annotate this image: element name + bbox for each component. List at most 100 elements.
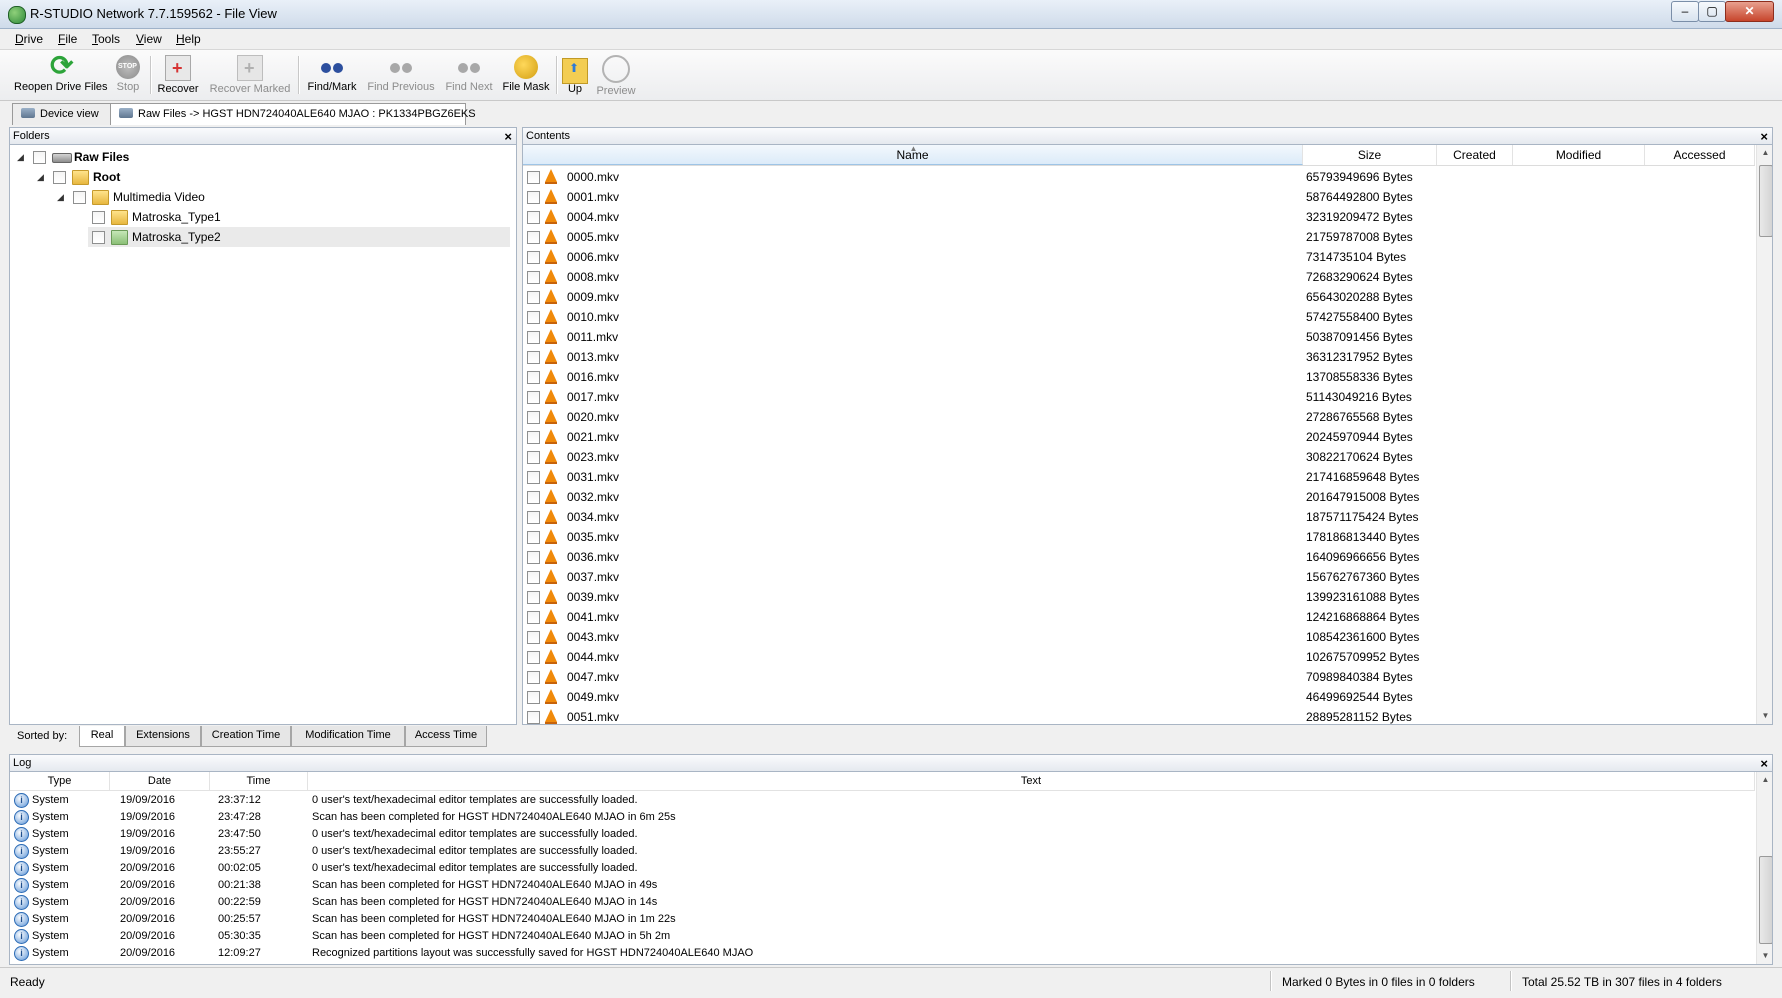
checkbox[interactable]	[527, 211, 540, 224]
table-row[interactable]: 0035.mkv 178186813440 Bytes	[523, 527, 1755, 547]
tab-file-view[interactable]: Raw Files -> HGST HDN724040ALE640 MJAO :…	[110, 103, 476, 125]
tree-item-multimedia-video[interactable]: ◢ Multimedia Video	[10, 187, 510, 207]
checkbox[interactable]	[53, 171, 66, 184]
log-row[interactable]: i System 20/09/2016 05:30:35 Scan has been c…	[10, 928, 1755, 945]
scroll-thumb[interactable]	[1759, 165, 1772, 237]
checkbox[interactable]	[527, 271, 540, 284]
checkbox[interactable]	[527, 251, 540, 264]
table-row[interactable]: 0043.mkv 108542361600 Bytes	[523, 627, 1755, 647]
table-row[interactable]: 0021.mkv 20245970944 Bytes	[523, 427, 1755, 447]
tab-device-view[interactable]: Device view	[12, 103, 120, 125]
log-column-date[interactable]: Date	[110, 772, 210, 790]
collapse-icon[interactable]: ◢	[57, 187, 67, 207]
tree-item-root[interactable]: ◢ Root	[10, 167, 510, 187]
table-row[interactable]: 0004.mkv 32319209472 Bytes	[523, 207, 1755, 227]
table-row[interactable]: 0031.mkv 217416859648 Bytes	[523, 467, 1755, 487]
table-row[interactable]: 0023.mkv 30822170624 Bytes	[523, 447, 1755, 467]
menu-file[interactable]: File	[58, 32, 77, 46]
sort-tab-access-time[interactable]: Access Time	[405, 726, 487, 747]
checkbox[interactable]	[527, 511, 540, 524]
scroll-up-icon[interactable]: ▲	[1757, 145, 1772, 161]
checkbox[interactable]	[527, 331, 540, 344]
sort-tab-real[interactable]: Real	[79, 726, 125, 747]
table-row[interactable]: 0041.mkv 124216868864 Bytes	[523, 607, 1755, 627]
table-row[interactable]: 0017.mkv 51143049216 Bytes	[523, 387, 1755, 407]
sort-tab-modification-time[interactable]: Modification Time	[291, 726, 405, 747]
log-row[interactable]: i System 20/09/2016 00:21:38 Scan has been c…	[10, 877, 1755, 894]
checkbox[interactable]	[527, 671, 540, 684]
table-row[interactable]: 0010.mkv 57427558400 Bytes	[523, 307, 1755, 327]
checkbox[interactable]	[527, 531, 540, 544]
sort-tab-extensions[interactable]: Extensions	[125, 726, 201, 747]
checkbox[interactable]	[33, 151, 46, 164]
log-column-time[interactable]: Time	[210, 772, 308, 790]
table-row[interactable]: 0032.mkv 201647915008 Bytes	[523, 487, 1755, 507]
table-row[interactable]: 0020.mkv 27286765568 Bytes	[523, 407, 1755, 427]
scroll-up-icon[interactable]: ▲	[1757, 772, 1772, 788]
menu-view[interactable]: View	[136, 32, 162, 46]
checkbox[interactable]	[92, 231, 105, 244]
checkbox[interactable]	[527, 691, 540, 704]
table-row[interactable]: 0005.mkv 21759787008 Bytes	[523, 227, 1755, 247]
log-row[interactable]: i System 19/09/2016 23:47:28 Scan has been c…	[10, 809, 1755, 826]
column-size[interactable]: Size	[1303, 145, 1437, 165]
table-row[interactable]: 0049.mkv 46499692544 Bytes	[523, 687, 1755, 707]
close-icon[interactable]: ×	[1760, 128, 1768, 145]
checkbox[interactable]	[527, 551, 540, 564]
log-row[interactable]: i System 19/09/2016 23:55:27 0 user's text/h…	[10, 843, 1755, 860]
checkbox[interactable]	[527, 431, 540, 444]
checkbox[interactable]	[92, 211, 105, 224]
checkbox[interactable]	[527, 591, 540, 604]
log-row[interactable]: i System 20/09/2016 00:25:57 Scan has been c…	[10, 911, 1755, 928]
minimize-button[interactable]: –	[1671, 1, 1699, 22]
tree-item-matroska-type1[interactable]: Matroska_Type1	[88, 207, 510, 227]
checkbox[interactable]	[527, 391, 540, 404]
table-row[interactable]: 0000.mkv 65793949696 Bytes	[523, 167, 1755, 187]
checkbox[interactable]	[527, 291, 540, 304]
table-row[interactable]: 0011.mkv 50387091456 Bytes	[523, 327, 1755, 347]
table-row[interactable]: 0034.mkv 187571175424 Bytes	[523, 507, 1755, 527]
column-modified[interactable]: Modified	[1513, 145, 1645, 165]
table-row[interactable]: 0016.mkv 13708558336 Bytes	[523, 367, 1755, 387]
table-row[interactable]: 0051.mkv 28895281152 Bytes	[523, 707, 1755, 724]
table-row[interactable]: 0008.mkv 72683290624 Bytes	[523, 267, 1755, 287]
checkbox[interactable]	[527, 471, 540, 484]
find-previous-button[interactable]: Find Previous	[366, 52, 436, 98]
recover-button[interactable]: Recover	[156, 52, 200, 98]
log-column-text[interactable]: Text	[308, 772, 1755, 790]
log-row[interactable]: i System 19/09/2016 23:37:12 0 user's text/h…	[10, 792, 1755, 809]
table-row[interactable]: 0044.mkv 102675709952 Bytes	[523, 647, 1755, 667]
table-row[interactable]: 0013.mkv 36312317952 Bytes	[523, 347, 1755, 367]
scroll-thumb[interactable]	[1759, 856, 1772, 944]
log-row[interactable]: i System 20/09/2016 00:22:59 Scan has been c…	[10, 894, 1755, 911]
preview-button[interactable]: Preview	[594, 52, 638, 98]
checkbox[interactable]	[527, 411, 540, 424]
column-name[interactable]: ▲ Name	[523, 145, 1303, 165]
checkbox[interactable]	[527, 491, 540, 504]
table-row[interactable]: 0037.mkv 156762767360 Bytes	[523, 567, 1755, 587]
close-icon[interactable]: ×	[504, 128, 512, 145]
checkbox[interactable]	[527, 191, 540, 204]
checkbox[interactable]	[527, 231, 540, 244]
column-created[interactable]: Created	[1437, 145, 1513, 165]
checkbox[interactable]	[527, 171, 540, 184]
sort-tab-creation-time[interactable]: Creation Time	[201, 726, 291, 747]
table-row[interactable]: 0047.mkv 70989840384 Bytes	[523, 667, 1755, 687]
recover-marked-button[interactable]: Recover Marked	[208, 52, 292, 98]
reopen-drive-files-button[interactable]: Reopen Drive Files	[14, 49, 108, 98]
menu-drive[interactable]: Drive	[15, 32, 43, 46]
collapse-icon[interactable]: ◢	[17, 147, 27, 167]
checkbox[interactable]	[527, 451, 540, 464]
find-next-button[interactable]: Find Next	[444, 52, 494, 98]
log-scrollbar[interactable]: ▲ ▼	[1756, 772, 1772, 964]
tree-item-matroska-type2[interactable]: Matroska_Type2	[88, 227, 510, 247]
tree-item-raw-files[interactable]: ◢ Raw Files	[10, 147, 510, 167]
checkbox[interactable]	[527, 711, 540, 724]
table-row[interactable]: 0036.mkv 164096966656 Bytes	[523, 547, 1755, 567]
table-row[interactable]: 0039.mkv 139923161088 Bytes	[523, 587, 1755, 607]
table-row[interactable]: 0009.mkv 65643020288 Bytes	[523, 287, 1755, 307]
log-row[interactable]: i System 20/09/2016 12:09:27 Recognized part…	[10, 945, 1755, 962]
checkbox[interactable]	[73, 191, 86, 204]
log-row[interactable]: i System 19/09/2016 23:47:50 0 user's text/h…	[10, 826, 1755, 843]
checkbox[interactable]	[527, 311, 540, 324]
